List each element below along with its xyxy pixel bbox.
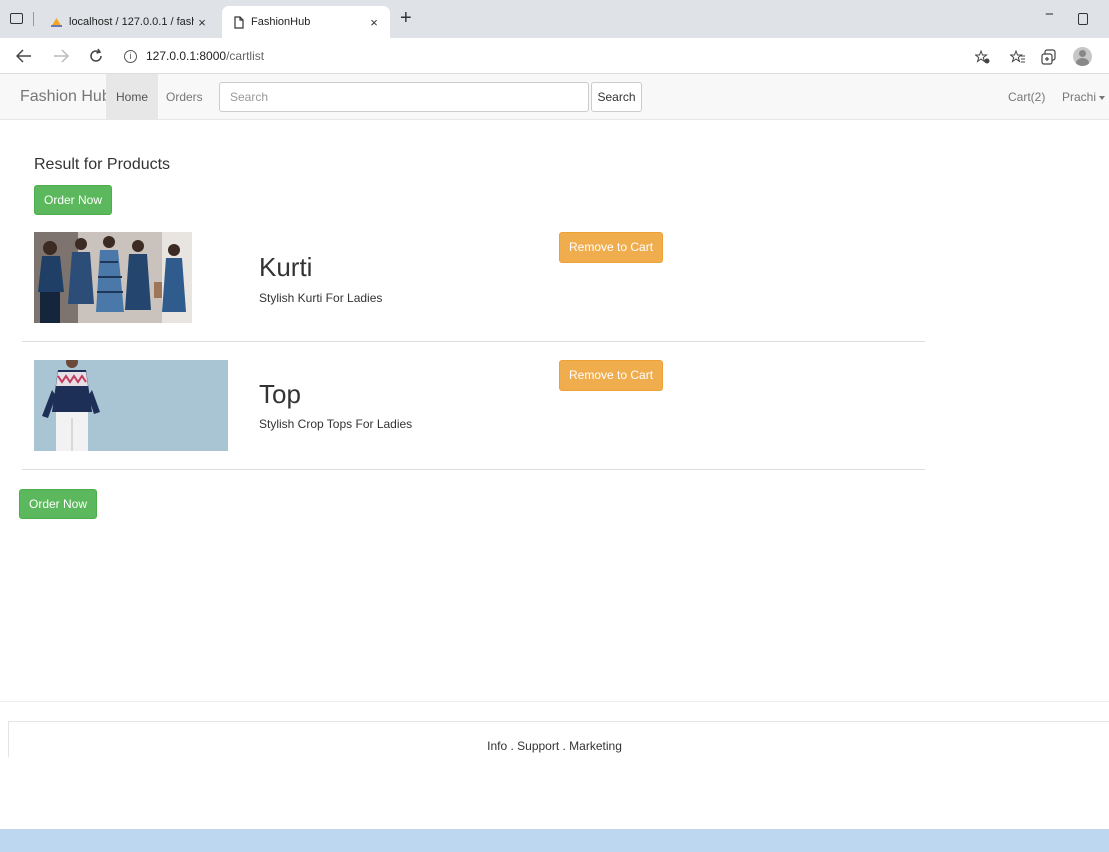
tab-actions-icon[interactable] bbox=[10, 13, 23, 24]
profile-avatar-icon[interactable] bbox=[1073, 47, 1092, 66]
minimize-icon[interactable]: − bbox=[1045, 6, 1054, 23]
product-name-kurti: Kurti bbox=[259, 252, 313, 282]
site-info-icon[interactable]: i bbox=[124, 50, 137, 63]
url-path: /cartlist bbox=[226, 49, 265, 63]
remove-from-cart-button-top[interactable]: Remove to Cart bbox=[559, 360, 664, 391]
new-tab-icon[interactable]: + bbox=[400, 7, 412, 30]
user-menu[interactable]: Prachi bbox=[1062, 74, 1106, 120]
footer-links[interactable]: Info . Support . Marketing bbox=[0, 739, 1109, 753]
tab-title: localhost / 127.0.0.1 / fashionhub bbox=[69, 16, 194, 28]
back-arrow-icon[interactable] bbox=[16, 49, 32, 63]
search-input[interactable] bbox=[219, 82, 589, 112]
tab-close-icon[interactable]: × bbox=[366, 15, 382, 30]
browser-tab-strip: localhost / 127.0.0.1 / fashionhub × Fas… bbox=[0, 0, 1109, 38]
app-navbar: Fashion Hub Home Orders Search Cart(2) P… bbox=[0, 74, 1109, 120]
url-host: 127.0.0.1:8000 bbox=[146, 49, 227, 63]
nav-home[interactable]: Home bbox=[106, 74, 159, 120]
maximize-icon[interactable] bbox=[1078, 13, 1088, 25]
product-image-kurti[interactable] bbox=[34, 232, 192, 323]
page-title: Result for Products bbox=[34, 156, 171, 173]
forward-arrow-icon[interactable] bbox=[53, 49, 69, 63]
favorites-icon[interactable] bbox=[1010, 50, 1026, 65]
tab-title: FashionHub bbox=[251, 16, 311, 28]
search-button[interactable]: Search bbox=[591, 82, 642, 112]
footer-divider bbox=[0, 701, 1109, 702]
product-description-kurti: Stylish Kurti For Ladies bbox=[259, 291, 383, 305]
browser-tab-fashionhub[interactable]: FashionHub × bbox=[222, 6, 390, 38]
url-field[interactable]: 127.0.0.1:8000/cartlist bbox=[146, 49, 264, 63]
product-description-top: Stylish Crop Tops For Ladies bbox=[259, 417, 413, 431]
tab-separator bbox=[33, 12, 34, 26]
page-favicon-icon bbox=[234, 15, 244, 29]
address-bar: i 127.0.0.1:8000/cartlist bbox=[0, 38, 1109, 74]
chevron-down-icon bbox=[1099, 95, 1106, 100]
nav-orders[interactable]: Orders bbox=[156, 74, 213, 120]
product-divider bbox=[22, 469, 925, 470]
product-image-top[interactable] bbox=[34, 360, 228, 451]
bottom-band bbox=[0, 829, 1109, 852]
phpmyadmin-favicon-icon bbox=[51, 17, 62, 27]
browser-tab-phpmyadmin[interactable]: localhost / 127.0.0.1 / fashionhub × bbox=[40, 6, 218, 38]
favorite-star-icon[interactable] bbox=[975, 50, 991, 65]
cart-link[interactable]: Cart(2) bbox=[1008, 74, 1045, 120]
product-name-top: Top bbox=[259, 379, 301, 409]
tab-close-icon[interactable]: × bbox=[194, 15, 210, 30]
collections-icon[interactable] bbox=[1041, 49, 1057, 65]
reload-icon[interactable] bbox=[88, 48, 104, 64]
remove-from-cart-button-kurti[interactable]: Remove to Cart bbox=[559, 232, 664, 263]
product-divider bbox=[22, 341, 925, 342]
order-now-button-top[interactable]: Order Now bbox=[34, 185, 113, 215]
user-name: Prachi bbox=[1062, 90, 1097, 104]
brand-logo[interactable]: Fashion Hub bbox=[20, 88, 111, 106]
order-now-button-bottom[interactable]: Order Now bbox=[19, 489, 98, 519]
